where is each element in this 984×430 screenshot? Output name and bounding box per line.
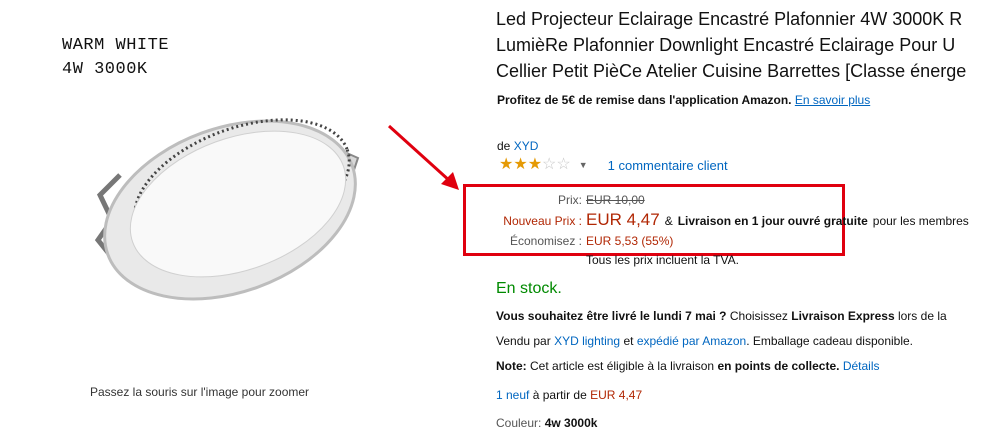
star-empty-icon: ☆: [542, 156, 557, 173]
delivery-question: Vous souhaitez être livré le lundi 7 mai…: [496, 309, 727, 323]
title-line-3: Cellier Petit PièCe Atelier Cuisine Barr…: [496, 61, 967, 81]
offers-line: 1 neuf à partir de EUR 4,47: [496, 388, 642, 402]
reviews-link[interactable]: 1 commentaire client: [608, 158, 728, 173]
new-offers-link[interactable]: 1 neuf: [496, 388, 529, 402]
delivery-text2: lors de la: [897, 309, 947, 323]
star-rating[interactable]: ★ ★ ★ ☆ ☆: [499, 157, 571, 173]
star-empty-icon: ☆: [556, 156, 571, 173]
tax-note: Tous les prix incluent la TVA.: [586, 253, 739, 267]
brand-prefix: de: [497, 139, 511, 153]
caption-line-2: 4W 3000K: [62, 60, 148, 79]
note-line: Note: Cet article est éligible à la livr…: [496, 359, 880, 373]
caption-line-1: WARM WHITE: [62, 36, 170, 55]
zoom-hint: Passez la souris sur l'image pour zoomer: [90, 385, 310, 399]
offers-text: à partir de: [532, 388, 587, 402]
delivery-text1: Choisissez: [729, 309, 788, 323]
delivery-info-line: Vous souhaitez être livré le lundi 7 mai…: [496, 309, 947, 323]
delivery-bold: Livraison en 1 jour ouvré gratuite: [677, 214, 868, 228]
seller-suffix: . Emballage cadeau disponible.: [746, 334, 913, 348]
delivery-rest: pour les membres: [872, 214, 969, 228]
delivery-amp: &: [664, 214, 673, 228]
title-line-2: LumièRe Plafonnier Downlight Encastré Ec…: [496, 35, 956, 55]
price-row-old: Prix: EUR 10,00: [462, 193, 645, 207]
nouveau-prix-label: Nouveau Prix :: [503, 214, 582, 228]
annotation-arrow: [387, 124, 459, 190]
price-row-savings: Économisez : EUR 5,53 (55%): [462, 234, 673, 248]
economisez-label: Économisez :: [509, 234, 582, 248]
shipped-by-link[interactable]: expédié par Amazon: [637, 334, 746, 348]
price-row-new: Nouveau Prix : EUR 4,47 & Livraison en 1…: [462, 210, 969, 230]
product-image[interactable]: [90, 80, 370, 310]
express-label: Livraison Express: [791, 309, 895, 323]
seller-link[interactable]: XYD lighting: [554, 334, 620, 348]
title-line-1: Led Projecteur Eclairage Encastré Plafon…: [496, 9, 963, 29]
star-full-icon: ★: [513, 156, 528, 173]
old-price: EUR 10,00: [586, 193, 645, 207]
star-full-icon: ★: [527, 156, 543, 173]
savings-amount: EUR 5,53 (55%): [586, 234, 674, 248]
brand-link[interactable]: XYD: [514, 139, 539, 153]
prix-label: Prix:: [558, 193, 582, 207]
star-full-icon: ★: [499, 156, 514, 173]
new-price: EUR 4,47: [586, 210, 660, 229]
stock-status: En stock.: [496, 280, 562, 297]
details-link[interactable]: Détails: [843, 359, 880, 373]
seller-and: et: [623, 334, 634, 348]
image-caption: WARM WHITE 4W 3000K: [62, 34, 169, 82]
brand-line: de XYD: [497, 139, 538, 153]
seller-prefix: Vendu par: [496, 334, 551, 348]
chevron-down-icon[interactable]: ▼: [579, 160, 588, 170]
product-title: Led Projecteur Eclairage Encastré Plafon…: [496, 6, 984, 84]
product-image-area[interactable]: WARM WHITE 4W 3000K Passez la souris sur…: [0, 0, 470, 428]
promo-link[interactable]: En savoir plus: [795, 93, 870, 107]
note-label: Note:: [496, 359, 527, 373]
note-text: Cet article est éligible à la livraison: [530, 359, 715, 373]
note-bold: en points de collecte.: [717, 359, 840, 373]
seller-line: Vendu par XYD lighting et expédié par Am…: [496, 334, 913, 348]
offers-price: EUR 4,47: [590, 388, 643, 402]
promo-text: Profitez de 5€ de remise dans l'applicat…: [497, 93, 792, 107]
rating-row: ★ ★ ★ ☆ ☆ ▼ 1 commentaire client: [499, 155, 728, 175]
promo-line: Profitez de 5€ de remise dans l'applicat…: [497, 93, 870, 107]
